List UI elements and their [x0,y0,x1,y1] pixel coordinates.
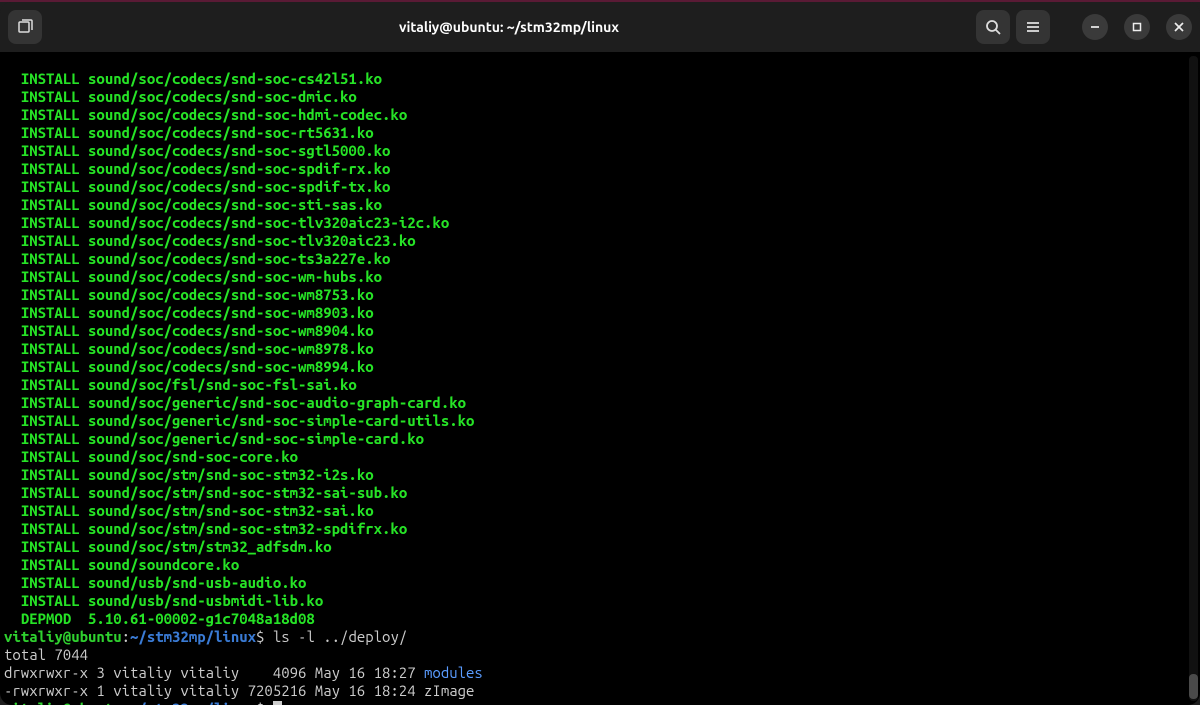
new-tab-button[interactable] [8,10,42,44]
maximize-button[interactable] [1124,14,1150,40]
minimize-button[interactable] [1082,14,1108,40]
hamburger-menu-button[interactable] [1016,10,1050,44]
window-title: vitaliy@ubuntu: ~/stm32mp/linux [48,19,970,35]
close-icon [1174,22,1184,32]
search-icon [985,19,1001,35]
scrollbar[interactable] [1189,56,1198,701]
terminal-output: INSTALL sound/soc/codecs/snd-soc-cs42l51… [4,70,1190,705]
titlebar[interactable]: vitaliy@ubuntu: ~/stm32mp/linux [0,2,1200,52]
search-button[interactable] [976,10,1010,44]
new-tab-icon [17,19,33,35]
terminal-body[interactable]: INSTALL sound/soc/codecs/snd-soc-cs42l51… [0,52,1200,705]
close-button[interactable] [1166,14,1192,40]
hamburger-icon [1025,19,1041,35]
terminal-window: vitaliy@ubuntu: ~/stm32mp/linux INSTALL … [0,2,1200,705]
maximize-icon [1132,22,1142,32]
minimize-icon [1090,22,1100,32]
scrollbar-thumb[interactable] [1189,674,1198,699]
